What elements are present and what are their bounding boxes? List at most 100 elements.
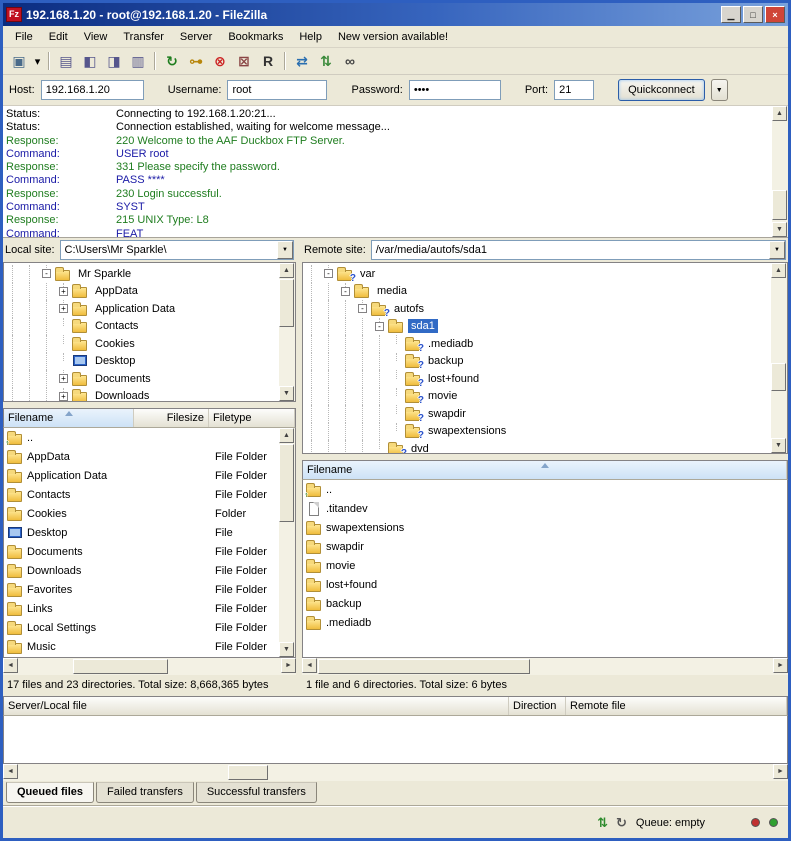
chevron-down-icon[interactable]: ▼ <box>277 241 293 259</box>
file-row-application-data[interactable]: Application DataFile Folder <box>4 466 295 485</box>
scroll-up-icon[interactable]: ▲ <box>771 263 786 278</box>
site-manager-dropdown-button[interactable]: ▾ <box>31 50 44 72</box>
host-input[interactable] <box>41 80 144 100</box>
scroll-right-icon[interactable]: ► <box>773 658 788 673</box>
tree-item-label[interactable]: Application Data <box>92 302 178 316</box>
quickconnect-dropdown-button[interactable]: ▼ <box>711 79 728 101</box>
reconnect-button[interactable]: R <box>256 50 280 72</box>
tree-item-dvd[interactable]: ?dvd <box>303 440 787 454</box>
menu-item-transfer[interactable]: Transfer <box>115 28 172 46</box>
directory-comparison-button[interactable]: ⇄ <box>290 50 314 72</box>
file-row-[interactable]: ↑.. <box>4 428 295 447</box>
tree-item-contacts[interactable]: Contacts <box>4 318 295 336</box>
tree-item-documents[interactable]: + Documents <box>4 370 295 388</box>
column-header-filesize[interactable]: Filesize <box>134 409 209 427</box>
cancel-operation-button[interactable]: ⊗ <box>208 50 232 72</box>
tree-item-label[interactable]: var <box>357 267 378 281</box>
remote-list-hscrollbar[interactable]: ◄ ► <box>302 658 788 675</box>
tree-item-lost-found[interactable]: ?lost+found <box>303 370 787 388</box>
file-row-appdata[interactable]: AppDataFile Folder <box>4 447 295 466</box>
disconnect-button[interactable]: ⊠ <box>232 50 256 72</box>
tree-item-label[interactable]: Downloads <box>92 389 152 402</box>
tree-item-label[interactable]: .mediadb <box>425 337 476 351</box>
scrollbar-thumb[interactable] <box>228 765 268 780</box>
site-manager-button[interactable]: ▣ <box>7 50 31 72</box>
local-tree-scrollbar[interactable]: ▲ ▼ <box>279 263 295 401</box>
menu-item-file[interactable]: File <box>7 28 41 46</box>
tab-queued-files[interactable]: Queued files <box>6 782 94 803</box>
expander-minus-icon[interactable]: - <box>337 283 354 301</box>
tree-item-label[interactable]: swapdir <box>425 407 469 421</box>
scroll-left-icon[interactable]: ◄ <box>302 658 317 673</box>
column-header-filename[interactable]: Filename <box>303 461 787 479</box>
column-header-direction[interactable]: Direction <box>509 697 566 715</box>
file-row-mediadb[interactable]: .mediadb <box>303 613 787 632</box>
tree-item-label[interactable]: Mr Sparkle <box>75 267 134 281</box>
scroll-right-icon[interactable]: ► <box>281 658 296 673</box>
file-row-[interactable]: ↑.. <box>303 480 787 499</box>
tree-item-label[interactable]: AppData <box>92 284 141 298</box>
synchronized-browsing-button[interactable]: ⇅ <box>314 50 338 72</box>
tree-item-sda1[interactable]: -sda1 <box>303 318 787 336</box>
tree-item-swapdir[interactable]: ?swapdir <box>303 405 787 423</box>
listing-filters-button[interactable]: ⊶ <box>184 50 208 72</box>
tree-item-label[interactable]: dvd <box>408 442 432 454</box>
refresh-button[interactable]: ↻ <box>160 50 184 72</box>
local-list-hscrollbar[interactable]: ◄ ► <box>3 658 296 675</box>
menu-item-edit[interactable]: Edit <box>41 28 76 46</box>
tree-item-label[interactable]: backup <box>425 354 466 368</box>
local-list-scrollbar[interactable]: ▲ ▼ <box>279 428 295 657</box>
expander-plus-icon[interactable]: + <box>55 283 72 301</box>
scroll-up-icon[interactable]: ▲ <box>279 428 294 443</box>
expander-minus-icon[interactable]: - <box>38 265 55 283</box>
expander-plus-icon[interactable]: + <box>55 300 72 318</box>
file-row-titandev[interactable]: .titandev <box>303 499 787 518</box>
scrollbar-thumb[interactable] <box>772 190 787 220</box>
file-row-local-settings[interactable]: Local SettingsFile Folder <box>4 618 295 637</box>
file-row-swapdir[interactable]: swapdir <box>303 537 787 556</box>
remote-site-combobox[interactable]: /var/media/autofs/sda1 ▼ <box>371 240 786 260</box>
scroll-right-icon[interactable]: ► <box>773 764 788 779</box>
tree-item-var[interactable]: -?var <box>303 265 787 283</box>
tree-item-movie[interactable]: ?movie <box>303 388 787 406</box>
tree-item-label[interactable]: movie <box>425 389 460 403</box>
file-row-swapextensions[interactable]: swapextensions <box>303 518 787 537</box>
scroll-down-icon[interactable]: ▼ <box>771 438 786 453</box>
file-row-desktop[interactable]: DesktopFile <box>4 523 295 542</box>
tree-item-swapextensions[interactable]: ?swapextensions <box>303 423 787 441</box>
file-row-downloads[interactable]: DownloadsFile Folder <box>4 561 295 580</box>
file-row-contacts[interactable]: ContactsFile Folder <box>4 485 295 504</box>
tree-item-label[interactable]: Documents <box>92 372 154 386</box>
scroll-left-icon[interactable]: ◄ <box>3 658 18 673</box>
file-row-links[interactable]: LinksFile Folder <box>4 599 295 618</box>
quickconnect-button[interactable]: Quickconnect <box>618 79 705 101</box>
tree-item-label[interactable]: Contacts <box>92 319 141 333</box>
file-row-lost-found[interactable]: lost+found <box>303 575 787 594</box>
expander-plus-icon[interactable]: + <box>55 370 72 388</box>
remote-tree-scrollbar[interactable]: ▲ ▼ <box>771 263 787 453</box>
scrollbar-thumb[interactable] <box>279 279 294 327</box>
find-files-button[interactable]: ∞ <box>338 50 362 72</box>
tree-item-mr-sparkle[interactable]: - Mr Sparkle <box>4 265 295 283</box>
remote-site-value[interactable]: /var/media/autofs/sda1 <box>372 244 769 256</box>
toggle-remote-tree-button[interactable]: ◨ <box>102 50 126 72</box>
scrollbar-thumb[interactable] <box>73 659 168 674</box>
file-row-cookies[interactable]: CookiesFolder <box>4 504 295 523</box>
column-header-server-local-file[interactable]: Server/Local file <box>4 697 509 715</box>
tree-item-desktop[interactable]: Desktop <box>4 353 295 371</box>
port-input[interactable] <box>554 80 594 100</box>
tree-item-backup[interactable]: ?backup <box>303 353 787 371</box>
tree-item-label[interactable]: Cookies <box>92 337 138 351</box>
tree-item-label[interactable]: media <box>374 284 410 298</box>
toggle-queue-processing-icon[interactable]: ↻ <box>616 816 627 830</box>
tab-successful-transfers[interactable]: Successful transfers <box>196 782 317 803</box>
tree-item-label[interactable]: swapextensions <box>425 424 509 438</box>
tree-item-label[interactable]: lost+found <box>425 372 482 386</box>
message-log-scrollbar[interactable]: ▲ ▼ <box>772 106 788 237</box>
expander-minus-icon[interactable]: - <box>320 265 337 283</box>
scroll-up-icon[interactable]: ▲ <box>772 106 787 121</box>
local-site-value[interactable]: C:\Users\Mr Sparkle\ <box>61 244 277 256</box>
menu-item-new-version-available[interactable]: New version available! <box>330 28 456 46</box>
password-input[interactable] <box>409 80 501 100</box>
toggle-transfer-queue-button[interactable]: ▥ <box>126 50 150 72</box>
